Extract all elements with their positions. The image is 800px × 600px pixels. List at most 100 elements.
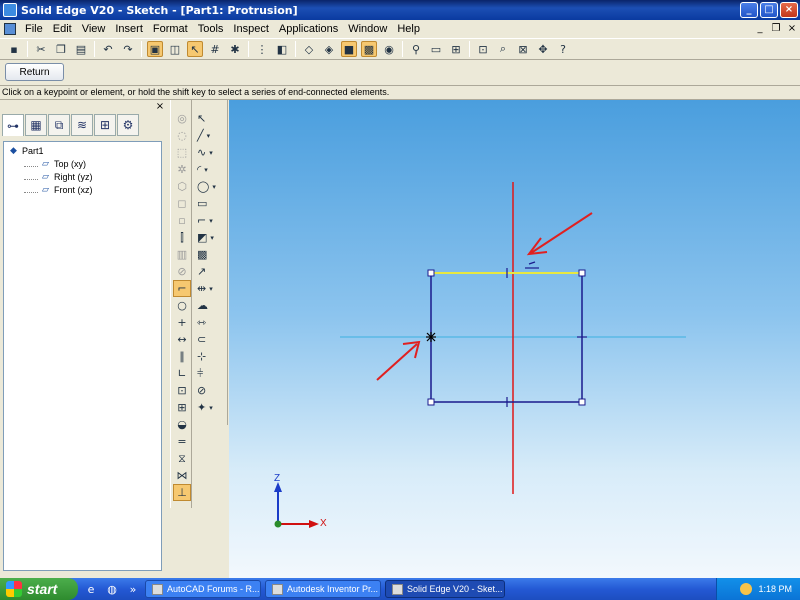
tree-item-right[interactable]: ▱ Right (yz) (8, 170, 161, 183)
tangent-icon[interactable]: ◌ (173, 127, 191, 144)
help-icon[interactable]: ? (555, 41, 571, 57)
start-button[interactable]: start (0, 578, 78, 600)
sketch-view-icon[interactable]: ▣ (147, 41, 163, 57)
curve-icon[interactable]: ∿ ▾ (194, 144, 227, 161)
equal-icon[interactable]: = (173, 433, 191, 450)
zoom-area-icon[interactable]: ⊡ (475, 41, 491, 57)
view-iso-icon[interactable]: ◇ (301, 41, 317, 57)
view-orientation-icon[interactable]: ⊞ (448, 41, 464, 57)
pan-icon[interactable]: ✥ (535, 41, 551, 57)
sensors-tab-icon[interactable]: ⊞ (94, 114, 116, 136)
menu-format[interactable]: Format (148, 23, 193, 35)
fill-icon[interactable]: ▩ (194, 246, 227, 263)
horizontal-vertical-icon[interactable]: ↔ (173, 331, 191, 348)
sketch-graphics[interactable] (229, 100, 800, 578)
symmetric-dim-icon[interactable]: ⫩ (194, 365, 227, 382)
lock-icon[interactable]: ⊡ (173, 382, 191, 399)
menu-edit[interactable]: Edit (48, 23, 77, 35)
rectangle-icon[interactable]: ▭ (194, 195, 227, 212)
line-icon[interactable]: ╱ ▾ (194, 127, 227, 144)
shaded-edges-icon[interactable]: ▩ (361, 41, 377, 57)
tree-item-front[interactable]: ▱ Front (xz) (8, 183, 161, 196)
arc-icon[interactable]: ◜ ▾ (194, 161, 227, 178)
maximize-button[interactable]: □ (760, 2, 778, 18)
keypoint-top-left[interactable] (427, 269, 435, 277)
tangent-relation-icon[interactable]: ◒ (173, 416, 191, 433)
task-solid-edge[interactable]: Solid Edge V20 - Sket... (385, 580, 505, 598)
angle-icon[interactable]: ⊂ (194, 331, 227, 348)
menu-insert[interactable]: Insert (110, 23, 148, 35)
paste-icon[interactable]: ▤ (73, 41, 89, 57)
fit-icon[interactable]: ⊠ (515, 41, 531, 57)
symmetric-icon[interactable]: ⧖ (173, 450, 191, 467)
menu-applications[interactable]: Applications (274, 23, 343, 35)
document-icon[interactable] (4, 23, 16, 35)
firefox-icon[interactable]: ◍ (104, 581, 120, 597)
tree-root[interactable]: ◆ Part1 (8, 144, 161, 157)
sketch-plane-icon[interactable]: ◫ (167, 41, 183, 57)
trim-icon[interactable]: ⊘ (173, 263, 191, 280)
view-options-icon[interactable]: ◧ (274, 41, 290, 57)
menu-tools[interactable]: Tools (193, 23, 229, 35)
properties-icon[interactable]: ✦ ▾ (194, 399, 227, 416)
quicklaunch-more-icon[interactable]: » (125, 581, 141, 597)
keypoint-bottom-left[interactable] (427, 398, 435, 406)
mirror-icon[interactable]: ⫿ (173, 229, 191, 246)
render-options-icon[interactable]: ◉ (381, 41, 397, 57)
include-icon[interactable]: ▫ (173, 212, 191, 229)
feature-pathfinder-tab-icon[interactable]: ⊶ (2, 114, 24, 136)
redo-icon[interactable]: ↷ (120, 41, 136, 57)
rigid-set-icon[interactable]: ⊞ (173, 399, 191, 416)
grid-icon[interactable]: # (207, 41, 223, 57)
minimize-button[interactable]: _ (740, 2, 758, 18)
menu-view[interactable]: View (77, 23, 111, 35)
annotation-icon[interactable]: ☁ (194, 297, 227, 314)
concentric-icon[interactable]: ◎ (173, 110, 191, 127)
messenger-tray-icon[interactable] (740, 583, 753, 595)
engineering-reference-tab-icon[interactable]: ⚙ (117, 114, 139, 136)
shaded-icon[interactable]: ■ (341, 41, 357, 57)
zoom-icon[interactable]: ⌕ (495, 41, 511, 57)
perpendicular-icon[interactable]: ∟ (173, 365, 191, 382)
family-tab-icon[interactable]: ⧉ (48, 114, 70, 136)
layers-tab-icon[interactable]: ▦ (25, 114, 47, 136)
keypoint-top-right[interactable] (578, 269, 586, 277)
close-button[interactable]: × (780, 2, 798, 18)
select-tool-icon[interactable]: ↖ (187, 41, 203, 57)
parallel-icon[interactable]: ∥ (173, 348, 191, 365)
fillet-icon[interactable]: ⌐ (173, 280, 191, 297)
sketch-canvas[interactable]: Z X (229, 100, 800, 578)
connect-icon[interactable]: + (173, 314, 191, 331)
save-icon[interactable]: ▪ (6, 41, 22, 57)
copy-icon[interactable]: ❐ (53, 41, 69, 57)
menu-file[interactable]: File (20, 23, 48, 35)
view-front-icon[interactable]: ◈ (321, 41, 337, 57)
offset-icon[interactable]: ◻ (173, 195, 191, 212)
midpoint-keypoint-marker[interactable] (426, 332, 436, 342)
menu-inspect[interactable]: Inspect (228, 23, 273, 35)
cut-icon[interactable]: ✂ (33, 41, 49, 57)
task-autodesk-inventor[interactable]: Autodesk Inventor Pr... (265, 580, 381, 598)
panel-close-button[interactable]: × (155, 102, 165, 112)
saved-views-icon[interactable]: ▭ (428, 41, 444, 57)
circle-icon[interactable]: ◯ ▾ (194, 178, 227, 195)
doc-minimize-button[interactable]: _ (752, 22, 768, 36)
doc-restore-button[interactable]: ❐ (768, 22, 784, 36)
project-icon[interactable]: ▥ (173, 246, 191, 263)
menu-window[interactable]: Window (343, 23, 392, 35)
distance-icon[interactable]: ⇿ (194, 314, 227, 331)
keypoint-bottom-right[interactable] (578, 398, 586, 406)
feature-library-tab-icon[interactable]: ≋ (71, 114, 93, 136)
undo-icon[interactable]: ↶ (100, 41, 116, 57)
symmetry-axis-icon[interactable]: ⋈ (173, 467, 191, 484)
doc-close-button[interactable]: × (784, 22, 800, 36)
fillet-tool-icon[interactable]: ⌐ ▾ (194, 212, 227, 229)
smart-dimension-icon[interactable]: ⇹ ▾ (194, 280, 227, 297)
task-autocad-forums[interactable]: AutoCAD Forums - R... (145, 580, 261, 598)
offset-tool-icon[interactable]: ◩ ▾ (194, 229, 227, 246)
gear-icon[interactable]: ✲ (173, 161, 191, 178)
select-arrow-icon[interactable]: ↖ (194, 110, 227, 127)
solid-edge-app-icon[interactable] (3, 3, 17, 17)
construction-icon[interactable]: ⊘ (194, 382, 227, 399)
menu-help[interactable]: Help (392, 23, 425, 35)
